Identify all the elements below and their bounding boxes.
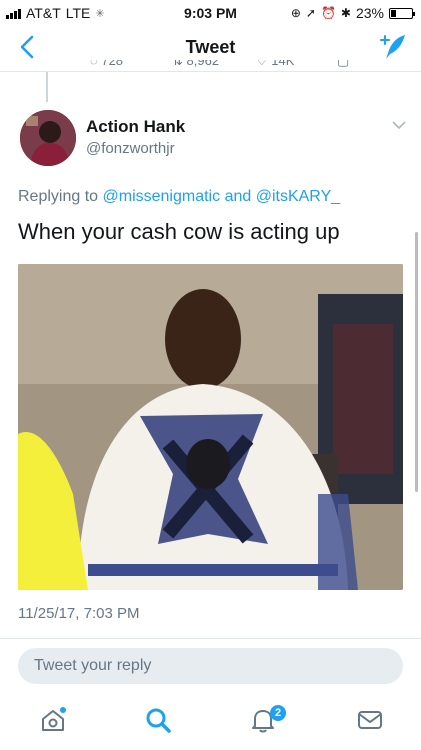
author-handle[interactable]: @fonzworthjr — [86, 140, 175, 157]
thread-line — [46, 72, 48, 102]
reply-input[interactable]: Tweet your reply — [18, 648, 403, 684]
status-right: ⊕ ➚ ⏰ ✱ 23% — [290, 5, 415, 21]
like-count-icon[interactable]: ♡ 14K — [256, 60, 294, 69]
avatar[interactable] — [20, 110, 76, 166]
previous-tweet-actions: ◌ 728 ⇅ 8,962 ♡ 14K ▢ — [0, 60, 421, 84]
messages-envelope-icon[interactable] — [356, 706, 384, 734]
tweet-text: When your cash cow is acting up — [18, 219, 340, 244]
screen-lock-icon: ⊕ — [290, 6, 301, 20]
tweet-media-image[interactable] — [18, 264, 403, 590]
mention-link-2[interactable]: @itsKARY_ — [256, 188, 340, 205]
status-bar: AT&T LTE ✳ 9:03 PM ⊕ ➚ ⏰ ✱ 23% — [0, 0, 421, 26]
tweet-timestamp: 11/25/17, 7:03 PM — [18, 605, 140, 622]
search-icon[interactable] — [144, 706, 172, 734]
chevron-down-icon[interactable] — [391, 118, 407, 132]
page-title: Tweet — [185, 37, 236, 57]
tab-bar — [0, 696, 421, 750]
mention-and: and — [224, 188, 252, 205]
compose-tweet-icon[interactable] — [375, 31, 409, 63]
retweet-count-icon[interactable]: ⇅ 8,962 — [172, 60, 219, 69]
share-icon[interactable]: ▢ — [337, 60, 349, 69]
reply-count-icon[interactable]: ◌ 728 — [90, 60, 123, 68]
notifications-badge: 2 — [270, 705, 286, 721]
home-new-indicator — [60, 707, 66, 713]
reply-count: 728 — [101, 60, 124, 68]
scrollbar[interactable] — [415, 232, 418, 492]
like-count: 14K — [271, 60, 295, 68]
location-icon: ➚ — [305, 6, 316, 20]
divider — [0, 638, 421, 639]
replying-prefix: Replying to — [18, 188, 99, 205]
bluetooth-icon: ✱ — [340, 6, 351, 20]
retweet-count: 8,962 — [186, 60, 220, 68]
mention-link-1[interactable]: @missenigmatic — [103, 188, 221, 205]
battery-icon — [389, 7, 415, 19]
author-name[interactable]: Action Hank — [86, 117, 185, 137]
battery-percent: 23% — [355, 5, 384, 21]
replying-to: Replying to @missenigmatic and @itsKARY_ — [18, 188, 340, 206]
alarm-icon: ⏰ — [320, 6, 336, 20]
